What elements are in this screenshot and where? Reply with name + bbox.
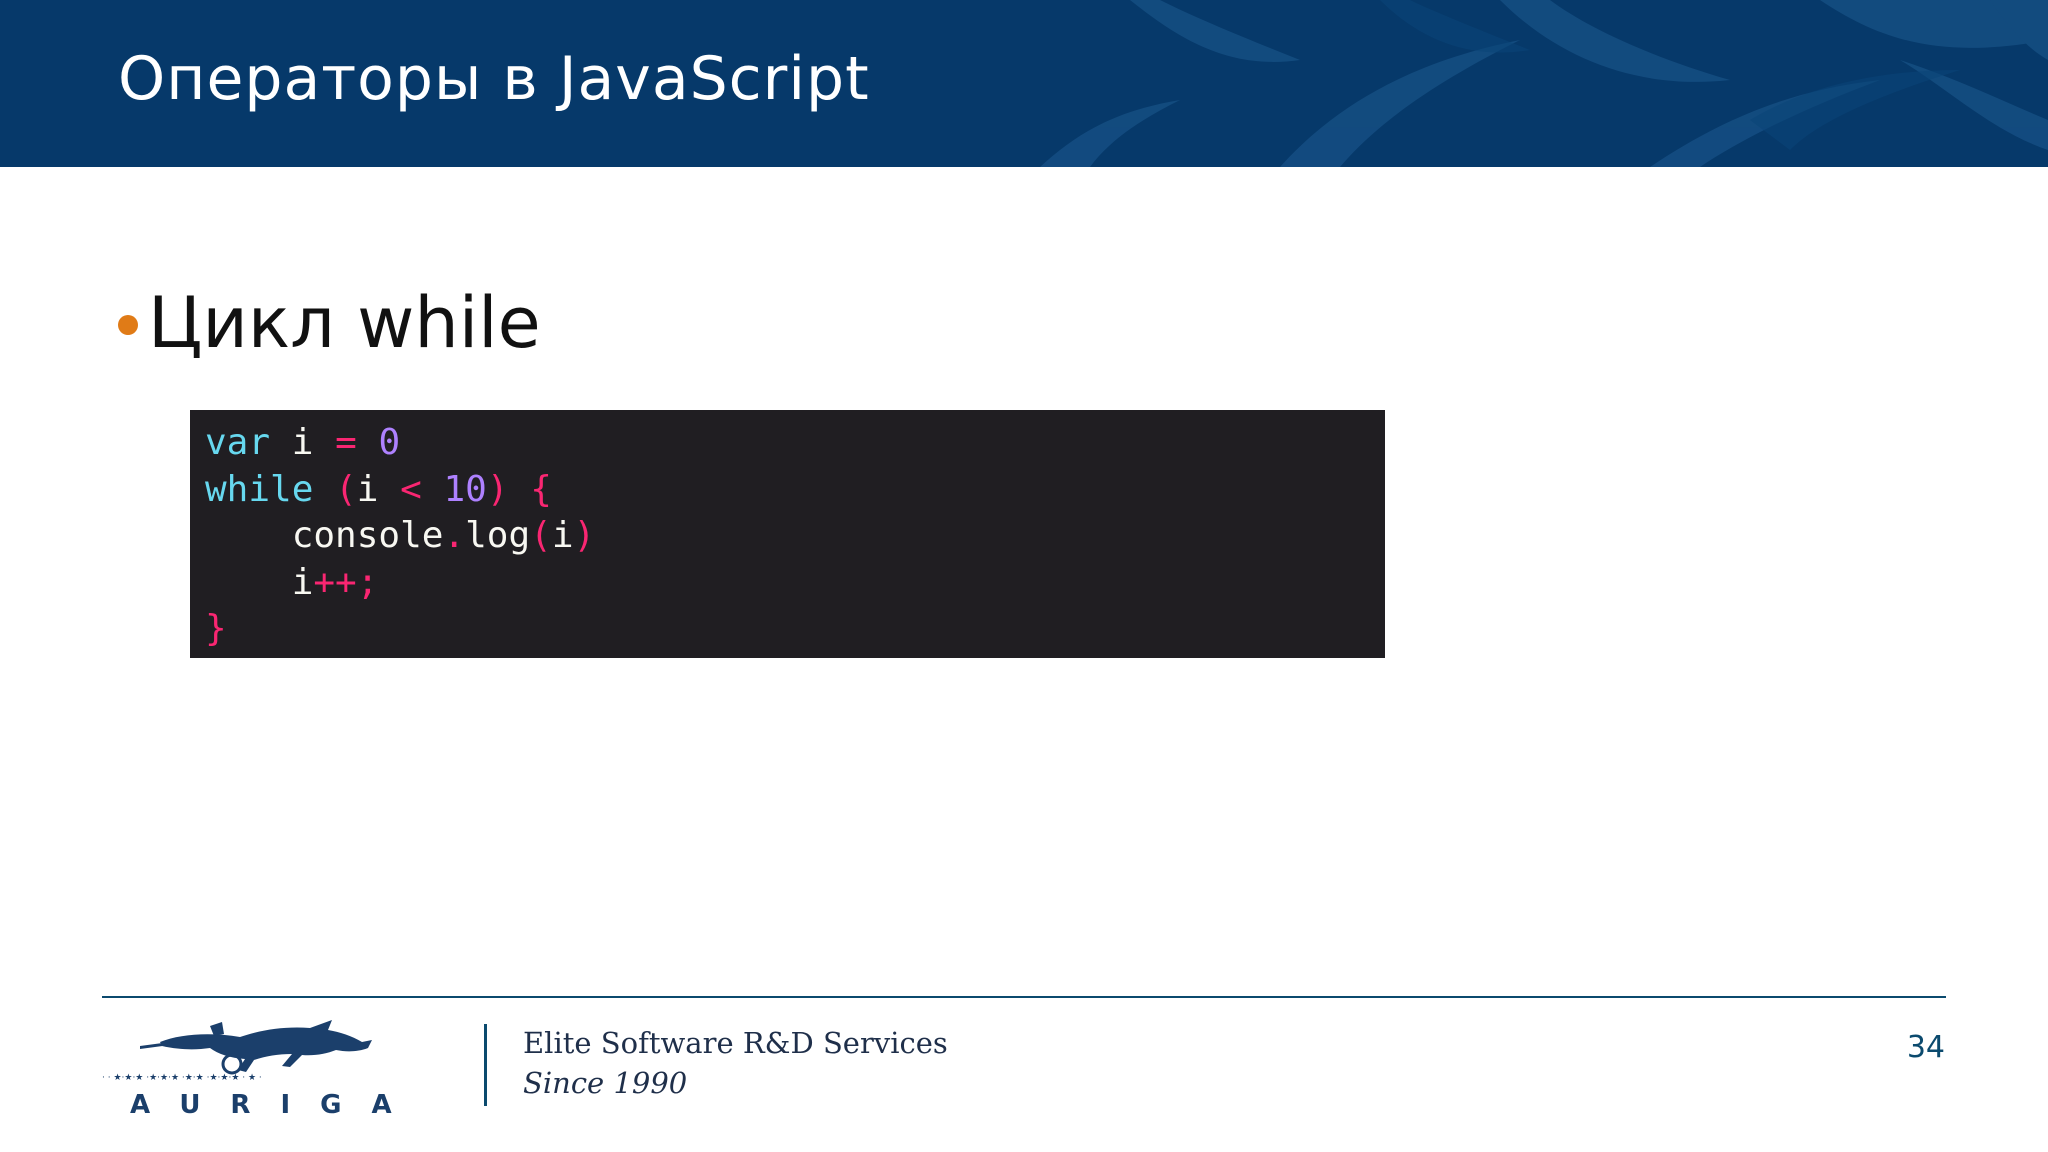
auriga-logo: · · ★·★·★ ·★·★·★ ·★·★ ·★·★·★ · ★ · AURIG…	[102, 1020, 422, 1117]
code-line: var i = 0	[205, 420, 595, 467]
logo-wordmark: AURIGA	[130, 1090, 422, 1117]
code-token: )	[573, 515, 596, 556]
bullet-dot-icon	[118, 315, 138, 335]
code-token: )	[486, 468, 509, 510]
code-token: =	[335, 422, 357, 463]
code-line: console.log(i)	[205, 513, 596, 560]
slide-title: Операторы в JavaScript	[118, 44, 870, 114]
code-token: var	[205, 422, 271, 463]
footer-divider	[484, 1024, 487, 1106]
svg-text:· · ★·★·★ ·★·★·★ ·★·★ ·★·★·★ ·: · · ★·★·★ ·★·★·★ ·★·★ ·★·★·★ · ★ ·	[102, 1073, 262, 1083]
code-block: var i = 0 while (i < 10) { console.log(i)…	[190, 410, 1385, 658]
page-number: 34	[1906, 1030, 1945, 1065]
code-line: }	[205, 606, 595, 653]
code-token: i	[356, 468, 401, 510]
code-line: i++;	[205, 560, 595, 607]
code-token: <	[400, 468, 422, 510]
code-token: {	[530, 468, 552, 510]
code-token: (	[530, 515, 552, 556]
code-token: while	[205, 468, 314, 510]
bullet-item: Цикл while	[118, 282, 541, 364]
code-token: 10	[443, 468, 487, 510]
company-tagline: Elite Software R&D Services	[523, 1026, 948, 1060]
company-since: Since 1990	[523, 1066, 688, 1100]
bullet-text: Цикл while	[148, 282, 541, 364]
code-token: i	[205, 561, 314, 603]
code-token: log	[465, 515, 531, 556]
code-token: .	[443, 515, 466, 556]
slide-header: Операторы в JavaScript	[0, 0, 2048, 167]
code-token: }	[205, 608, 227, 649]
code-token: i	[551, 515, 574, 556]
code-token: (	[335, 468, 357, 510]
code-token: console	[205, 515, 444, 556]
code-token: i	[270, 422, 336, 463]
code-token: 0	[378, 422, 401, 463]
code-token: ++;	[313, 561, 379, 603]
code-line: while (i < 10) {	[205, 467, 595, 514]
code-content: var i = 0 while (i < 10) { console.log(i)…	[205, 420, 595, 653]
footer-rule	[102, 996, 1946, 998]
